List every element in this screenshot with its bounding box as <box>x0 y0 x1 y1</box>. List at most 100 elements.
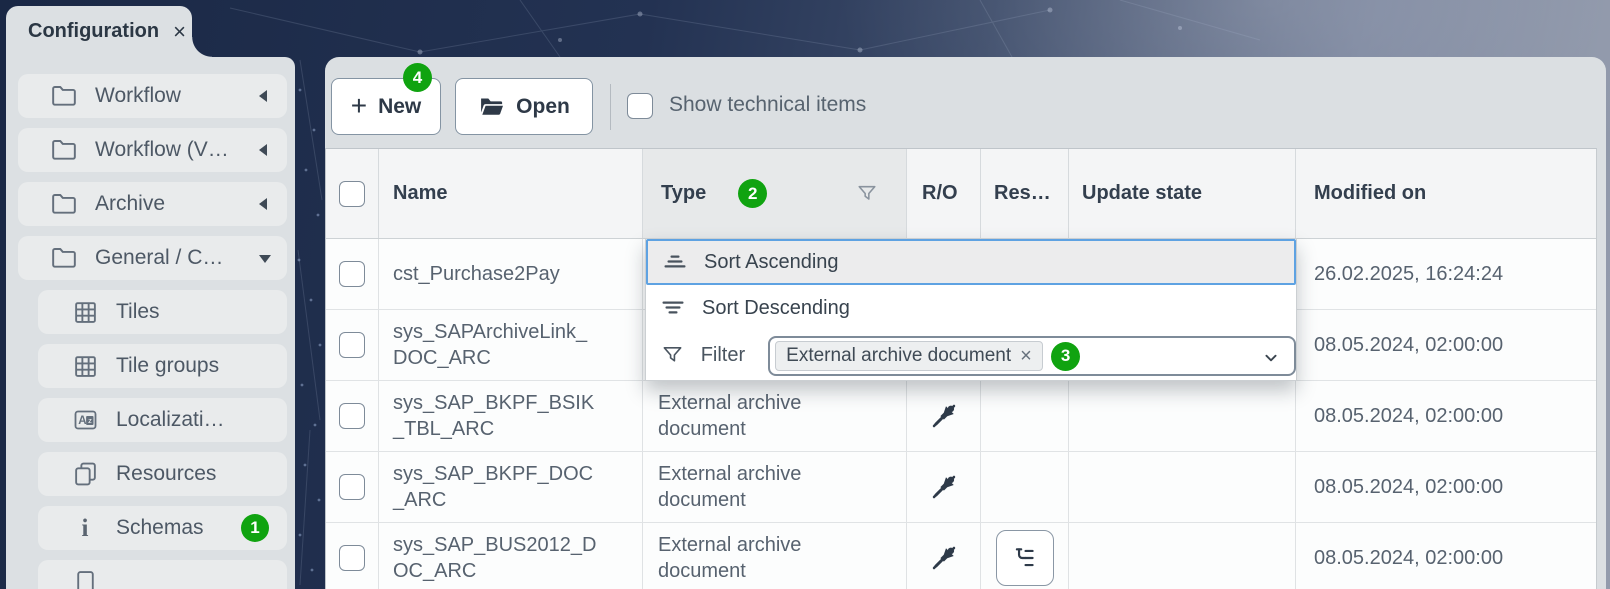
folder-open-icon <box>478 95 505 118</box>
filter-label: Filter <box>701 344 745 367</box>
sidebar-item-localization[interactable]: Az Localizati… <box>38 398 287 442</box>
checkbox-cell <box>326 523 379 589</box>
sidebar-item-archive[interactable]: Archive <box>18 182 287 226</box>
column-header-modified-on[interactable]: Modified on <box>1296 149 1596 238</box>
column-label: Res… <box>994 182 1051 205</box>
column-header-type[interactable]: Type 2 <box>643 149 907 238</box>
grid-icon <box>71 353 99 379</box>
res-cell <box>981 452 1069 522</box>
resource-tree-button[interactable] <box>996 530 1054 586</box>
column-label: Modified on <box>1314 182 1426 205</box>
name-cell: sys_SAP_BKPF_DOC_ARC <box>379 452 643 522</box>
collapse-chevron-icon[interactable] <box>259 198 267 210</box>
sidebar-item-tiles[interactable]: Tiles <box>38 290 287 334</box>
ro-cell <box>907 381 981 451</box>
modified-on-cell: 26.02.2025, 16:24:24 <box>1296 239 1596 309</box>
table-row[interactable]: sys_SAP_BKPF_BSIK_TBL_ARC External archi… <box>326 381 1596 452</box>
show-technical-label: Show technical items <box>669 93 866 117</box>
column-header-res[interactable]: Res… <box>981 149 1069 238</box>
tab-title: Configuration <box>28 20 159 43</box>
show-technical-checkbox[interactable] <box>627 93 653 119</box>
pin-off-icon <box>929 543 959 573</box>
tab-curve-decoration <box>192 37 212 57</box>
header-checkbox-cell <box>326 149 379 238</box>
tree-structure-icon <box>1012 545 1038 571</box>
pin-off-icon <box>929 401 959 431</box>
expand-chevron-icon[interactable] <box>259 255 271 263</box>
collapse-chevron-icon[interactable] <box>259 90 267 102</box>
menu-item-sort-descending[interactable]: Sort Descending <box>646 285 1296 331</box>
filter-funnel-icon <box>660 344 686 367</box>
grid-icon <box>71 299 99 325</box>
type-column-menu: Sort Ascending Sort Descending Filter Ex… <box>645 238 1297 381</box>
svg-text:A: A <box>78 415 86 427</box>
row-checkbox[interactable] <box>339 474 365 500</box>
type-cell: External archive document <box>643 523 907 589</box>
sidebar-item-label: Schemas <box>116 516 204 540</box>
toolbar-divider <box>610 84 611 130</box>
type-cell: External archive document <box>643 381 907 451</box>
info-icon: i <box>71 515 99 541</box>
table-header-row: Name Type 2 R/O Res… Update state <box>326 149 1596 239</box>
column-header-ro[interactable]: R/O <box>907 149 981 238</box>
filter-combobox[interactable]: External archive document × 3 <box>768 336 1296 376</box>
sidebar: Workflow Workflow (V… Archive General / … <box>6 57 295 589</box>
open-button-label: Open <box>516 95 570 119</box>
folder-icon <box>50 245 78 271</box>
checkbox-cell <box>326 239 379 309</box>
svg-text:z: z <box>88 416 92 425</box>
modified-on-cell: 08.05.2024, 02:00:00 <box>1296 310 1596 380</box>
token-remove-icon[interactable]: × <box>1020 346 1032 366</box>
sidebar-item-label: Localizati… <box>116 408 225 432</box>
sidebar-item-resources[interactable]: Resources <box>38 452 287 496</box>
update-state-cell <box>1069 381 1296 451</box>
row-checkbox[interactable] <box>339 403 365 429</box>
filter-token-label: External archive document <box>786 345 1011 367</box>
column-header-update-state[interactable]: Update state <box>1069 149 1296 238</box>
update-state-cell <box>1069 523 1296 589</box>
sidebar-item-label: General / C… <box>95 246 223 270</box>
modified-on-cell: 08.05.2024, 02:00:00 <box>1296 523 1596 589</box>
sidebar-item-workflow-v[interactable]: Workflow (V… <box>18 128 287 172</box>
folder-icon <box>50 191 78 217</box>
sidebar-item-schemas[interactable]: i Schemas 1 <box>38 506 287 550</box>
select-all-checkbox[interactable] <box>339 181 365 207</box>
menu-item-filter: Filter External archive document × 3 <box>646 331 1296 380</box>
column-label: Type <box>661 182 706 205</box>
row-checkbox[interactable] <box>339 545 365 571</box>
filter-funnel-icon[interactable] <box>856 183 878 205</box>
menu-item-label: Sort Descending <box>702 297 850 320</box>
collapse-chevron-icon[interactable] <box>259 144 267 156</box>
chevron-down-icon[interactable] <box>1260 347 1282 369</box>
type-column-badge: 2 <box>738 179 767 208</box>
schemas-badge: 1 <box>241 514 269 542</box>
checkbox-cell <box>326 452 379 522</box>
column-label: Update state <box>1082 182 1202 205</box>
pin-off-icon <box>929 472 959 502</box>
tab-close-icon[interactable]: × <box>173 21 186 43</box>
column-header-name[interactable]: Name <box>379 149 643 238</box>
folder-icon <box>50 137 78 163</box>
row-checkbox[interactable] <box>339 261 365 287</box>
table-row[interactable]: sys_SAP_BKPF_DOC_ARC External archive do… <box>326 452 1596 523</box>
row-checkbox[interactable] <box>339 332 365 358</box>
sidebar-item-workflow[interactable]: Workflow <box>18 74 287 118</box>
copy-icon <box>71 461 99 487</box>
new-button-badge: 4 <box>403 63 432 92</box>
configuration-tab[interactable]: Configuration × <box>6 6 192 57</box>
sidebar-item-partial[interactable] <box>38 560 287 589</box>
menu-item-sort-ascending[interactable]: Sort Ascending <box>646 239 1296 285</box>
plus-icon: + <box>351 92 367 120</box>
screen: Configuration × Workflow Workflow (V… Ar… <box>0 0 1610 589</box>
sidebar-item-tile-groups[interactable]: Tile groups <box>38 344 287 388</box>
open-button[interactable]: Open <box>455 78 593 135</box>
sidebar-item-label: Tiles <box>116 300 160 324</box>
modified-on-cell: 08.05.2024, 02:00:00 <box>1296 452 1596 522</box>
sidebar-item-general[interactable]: General / C… <box>18 236 287 280</box>
filter-token: External archive document × <box>775 341 1043 371</box>
checkbox-cell <box>326 310 379 380</box>
name-cell: cst_Purchase2Pay <box>379 239 643 309</box>
filter-badge: 3 <box>1051 342 1080 371</box>
toolbar: + New 4 Open Show technical items <box>325 57 1606 148</box>
table-row[interactable]: sys_SAP_BUS2012_DOC_ARC External archive… <box>326 523 1596 589</box>
